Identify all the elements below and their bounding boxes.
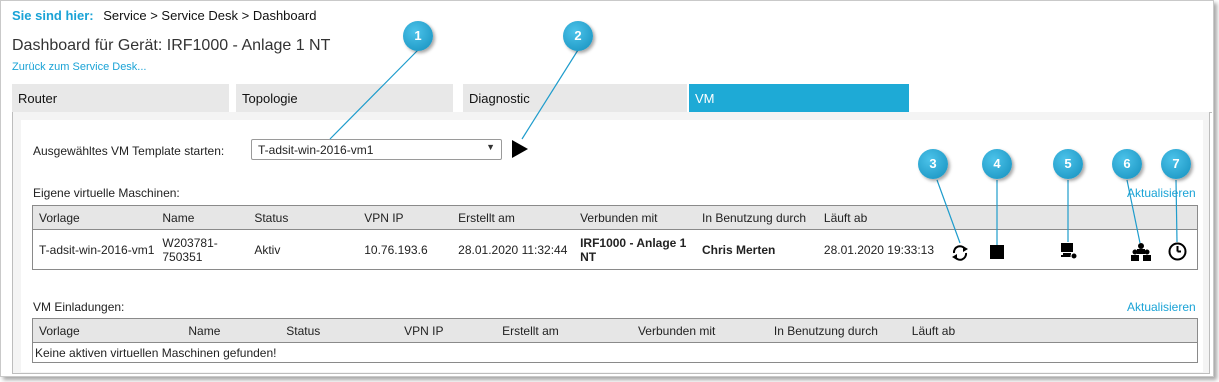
cell-in-benutzung: Chris Merten: [701, 242, 776, 257]
vm-template-select[interactable]: T-adsit-win-2016-vm1 ▼: [251, 139, 502, 160]
dropdown-arrow-icon: ▼: [486, 142, 495, 152]
column-header-status: Status: [248, 205, 359, 230]
vm-template-selected-value: T-adsit-win-2016-vm1: [258, 143, 374, 157]
cell-vorlage: T-adsit-win-2016-vm1: [39, 242, 155, 257]
tab-router[interactable]: Router: [12, 84, 229, 112]
vm-template-start-label: Ausgewähltes VM Template starten:: [33, 144, 225, 158]
callout-badge-1: 1: [403, 21, 433, 51]
tab-diagnostic[interactable]: Diagnostic: [463, 84, 687, 112]
column-header-verbunden-mit: Verbunden mit: [574, 205, 696, 230]
column-header-vorlage: Vorlage: [32, 205, 157, 230]
breadcrumb-label: Sie sind hier:: [12, 8, 94, 23]
page-title: Dashboard für Gerät: IRF1000 - Anlage 1 …: [12, 37, 331, 54]
table-row: T-adsit-win-2016-vm1 W203781-750351 Akti…: [33, 230, 1198, 270]
own-vms-refresh-link[interactable]: Aktualisieren: [1127, 186, 1196, 200]
column-header-laeuft-ab: Läuft ab: [817, 205, 1198, 230]
cell-verbunden-mit: IRF1000 - Anlage 1 NT: [580, 235, 687, 264]
callout-badge-6: 6: [1112, 149, 1142, 179]
clock-icon[interactable]: [1168, 242, 1187, 261]
own-vms-table: Vorlage Name Status VPN IP Erstellt am V…: [32, 205, 1198, 270]
column-header-vorlage: Vorlage: [32, 318, 183, 343]
column-header-name: Name: [182, 318, 281, 343]
column-header-in-benutzung: In Benutzung durch: [767, 318, 906, 343]
column-header-vpn-ip: VPN IP: [358, 205, 453, 230]
cell-vpn-ip: 10.76.193.6: [364, 242, 428, 257]
callout-badge-5: 5: [1053, 149, 1083, 179]
invitations-refresh-link[interactable]: Aktualisieren: [1127, 300, 1196, 314]
column-header-verbunden-mit: Verbunden mit: [631, 318, 768, 343]
cell-erstellt-am: 28.01.2020 11:32:44: [458, 242, 568, 257]
table-row: Keine aktiven virtuellen Maschinen gefun…: [33, 343, 1198, 363]
cell-status: Aktiv: [254, 242, 281, 257]
remote-console-icon[interactable]: [1060, 242, 1078, 260]
stop-icon[interactable]: [990, 245, 1004, 259]
breadcrumb: Sie sind hier: Service > Service Desk > …: [12, 8, 316, 23]
tab-bar: Router Topologie Diagnostic VM: [12, 84, 1207, 112]
callout-badge-7: 7: [1161, 149, 1191, 179]
column-header-erstellt-am: Erstellt am: [496, 318, 632, 343]
callout-badge-3: 3: [918, 149, 948, 179]
own-vms-title: Eigene virtuelle Maschinen:: [33, 186, 180, 200]
column-header-vpn-ip: VPN IP: [398, 318, 497, 343]
column-header-in-benutzung: In Benutzung durch: [695, 205, 818, 230]
back-to-service-desk-link[interactable]: Zurück zum Service Desk...: [12, 61, 146, 73]
breadcrumb-path: Service > Service Desk > Dashboard: [103, 8, 317, 23]
tab-topologie[interactable]: Topologie: [236, 84, 453, 112]
column-header-name: Name: [156, 205, 249, 230]
invitations-table: Vorlage Name Status VPN IP Erstellt am V…: [32, 318, 1198, 363]
column-header-status: Status: [280, 318, 399, 343]
invitations-empty-message: Keine aktiven virtuellen Maschinen gefun…: [35, 345, 277, 360]
invitations-title: VM Einladungen:: [33, 300, 125, 314]
restart-icon[interactable]: [950, 243, 970, 263]
tab-vm[interactable]: VM: [689, 84, 909, 112]
cell-name: W203781-750351: [162, 235, 218, 264]
callout-badge-2: 2: [563, 21, 593, 51]
callout-badge-4: 4: [982, 149, 1012, 179]
users-icon[interactable]: [1130, 243, 1152, 261]
column-header-erstellt-am: Erstellt am: [452, 205, 575, 230]
column-header-laeuft-ab: Läuft ab: [905, 318, 1198, 343]
start-vm-play-button[interactable]: [512, 140, 528, 158]
